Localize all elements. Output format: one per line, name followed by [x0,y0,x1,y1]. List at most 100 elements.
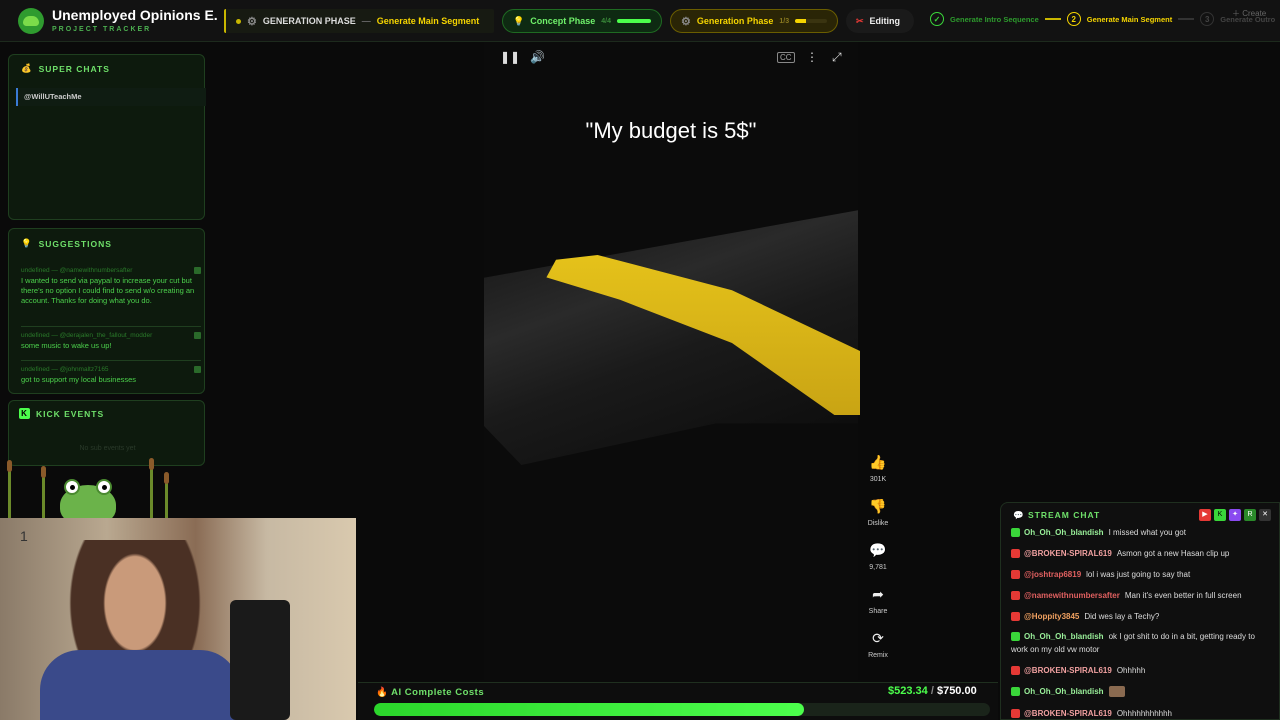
generation-phase-progress [795,19,827,23]
step-connector [1178,18,1195,20]
chat-username: @BROKEN-SPIRAL619 [1024,549,1112,558]
checkbox-icon[interactable] [194,332,201,339]
suggestion-text: I wanted to send via paypal to increase … [21,276,195,305]
comment-icon: 💬 [869,542,887,558]
video-caption: "My budget is 5$" [585,118,757,143]
concept-phase-label: Concept Phase [530,16,596,26]
kick-filter-icon[interactable]: K [1214,509,1226,521]
current-phase-indicator: ⚙ GENERATION PHASE — Generate Main Segme… [224,9,494,33]
suggestion-item[interactable]: undefined — @derajalen_the_fallout_modde… [21,331,201,351]
microphone-icon [230,600,290,720]
ai-costs-label-text: AI Complete Costs [391,687,485,698]
captions-button[interactable]: CC [777,52,795,63]
suggestions-header: 💡 SUGGESTIONS [21,238,112,249]
dislike-button[interactable]: 👎 Dislike [862,498,894,527]
pause-icon[interactable]: ❚❚ [500,50,520,64]
youtube-icon [1011,570,1020,580]
suggestions-panel: 💡 SUGGESTIONS undefined — @namewithnumbe… [8,228,205,394]
create-button[interactable]: ＋ Create [1232,8,1266,19]
kick-icon [1011,528,1020,538]
chat-text: Man it's even better in full screen [1124,591,1242,600]
remix-label: Remix [868,652,888,659]
share-button[interactable]: ➦ Share [862,586,894,615]
kick-icon [1011,687,1020,697]
youtube-icon [1011,709,1020,719]
close-icon[interactable]: ✕ [1259,509,1271,521]
chat-text: Did wes lay a Techy? [1084,612,1160,621]
streamer-shirt [40,650,240,720]
platform-filters: ▶ K ✦ R ✕ [1199,509,1271,521]
phase-action: Generate Main Segment [376,16,480,26]
chat-message: Oh_Oh_Oh_blandish ok I got shit to do in … [1011,630,1273,656]
chat-message: Oh_Oh_Oh_blandish I missed what you got [1011,526,1273,539]
chat-message: @BROKEN-SPIRAL619 Asmon got a new Hasan c… [1011,547,1273,560]
stream-chat-header: 💬 STREAM CHAT [1013,510,1100,521]
volume-icon[interactable]: 🔊 [530,50,545,64]
suggestion-text: some music to wake us up! [21,341,112,350]
create-label: Create [1242,9,1267,18]
chat-bubble-icon: 💬 [1013,510,1025,520]
super-chat-item[interactable]: @WillUTeachMe [16,88,206,106]
generation-phase-tab[interactable]: ⚙ Generation Phase 1/3 [670,9,838,33]
suggestion-item[interactable]: undefined — @namewithnumbersafter I want… [21,266,201,306]
chat-username: @BROKEN-SPIRAL619 [1024,666,1112,675]
step-number-badge: 2 [1066,12,1081,26]
kick-events-empty: No sub events yet [79,445,136,452]
like-button[interactable]: 👍 301K [862,454,894,483]
divider [21,360,201,361]
stream-chat-title: STREAM CHAT [1027,510,1101,520]
remix-button[interactable]: ⟳ Remix [862,630,894,659]
chat-username: Oh_Oh_Oh_blandish [1024,632,1104,641]
phase-label: GENERATION PHASE [262,16,356,26]
ai-costs-max: $750.00 [936,685,977,697]
step-connector [1044,18,1061,20]
like-count: 301K [869,476,887,483]
step-tracker: ✓ Generate Intro Sequence 2 Generate Mai… [930,12,1275,26]
phase-separator: — [361,16,371,26]
comment-count: 9,781 [869,564,887,571]
gear-icon: ⚙ [247,15,257,28]
suggestions-title: SUGGESTIONS [38,238,112,249]
fullscreen-icon[interactable]: ⤢ [832,50,842,65]
stream-chat-panel: 💬 STREAM CHAT ▶ K ✦ R ✕ Oh_Oh_Oh_blandis… [1000,502,1280,720]
kick-icon [1011,632,1020,642]
concept-phase-tab[interactable]: 💡 Concept Phase 4/4 [502,9,662,33]
project-subtitle: PROJECT TRACKER [52,26,152,33]
chat-username: Oh_Oh_Oh_blandish [1024,528,1104,537]
comments-button[interactable]: 💬 9,781 [862,542,894,571]
more-options-icon[interactable]: ⋮ [806,50,818,64]
youtube-filter-icon[interactable]: ▶ [1199,509,1211,521]
remix-icon: ⟳ [872,630,884,646]
step-number-badge: 3 [1200,12,1215,26]
step-intro[interactable]: Generate Intro Sequence [950,15,1039,24]
chat-text: I missed what you got [1108,528,1186,537]
share-icon: ➦ [872,586,884,602]
money-bag-icon: 💰 [21,63,33,73]
ai-costs-label: 🔥 AI Complete Costs [376,687,484,698]
step-main[interactable]: Generate Main Segment [1087,15,1172,24]
youtube-icon [1011,549,1020,559]
editing-phase-tab[interactable]: ✂ Editing [846,9,914,33]
chat-message: @BROKEN-SPIRAL619 Ohhhhhhhhhhh [1011,707,1273,720]
checkbox-icon[interactable] [194,366,201,373]
lightbulb-icon: 💡 [513,15,525,26]
rumble-filter-icon[interactable]: R [1244,509,1256,521]
lightbulb-icon: 💡 [21,238,33,248]
youtube-icon [1011,591,1020,601]
kick-logo-icon: K [19,408,30,419]
twitch-filter-icon[interactable]: ✦ [1229,509,1241,521]
suggestion-item[interactable]: undefined — @johnmaltz7165 got to suppor… [21,365,201,385]
suggestion-author: undefined — @derajalen_the_fallout_modde… [21,332,153,339]
chat-message: @namewithnumbersafter Man it's even bette… [1011,589,1273,602]
share-label: Share [868,608,888,615]
suggestion-author: undefined — @johnmaltz7165 [21,366,109,373]
ai-costs-progress-fill [374,703,804,716]
youtube-icon [1011,612,1020,622]
chat-username: @BROKEN-SPIRAL619 [1024,709,1112,718]
suggestion-text: got to support my local businesses [21,375,137,384]
super-chats-panel: 💰 SUPER CHATS @WillUTeachMe [8,54,206,220]
checkbox-icon[interactable] [194,267,201,274]
chat-username: @namewithnumbersafter [1024,591,1120,600]
generation-phase-count: 1/3 [779,17,790,25]
dislike-label: Dislike [867,520,889,527]
